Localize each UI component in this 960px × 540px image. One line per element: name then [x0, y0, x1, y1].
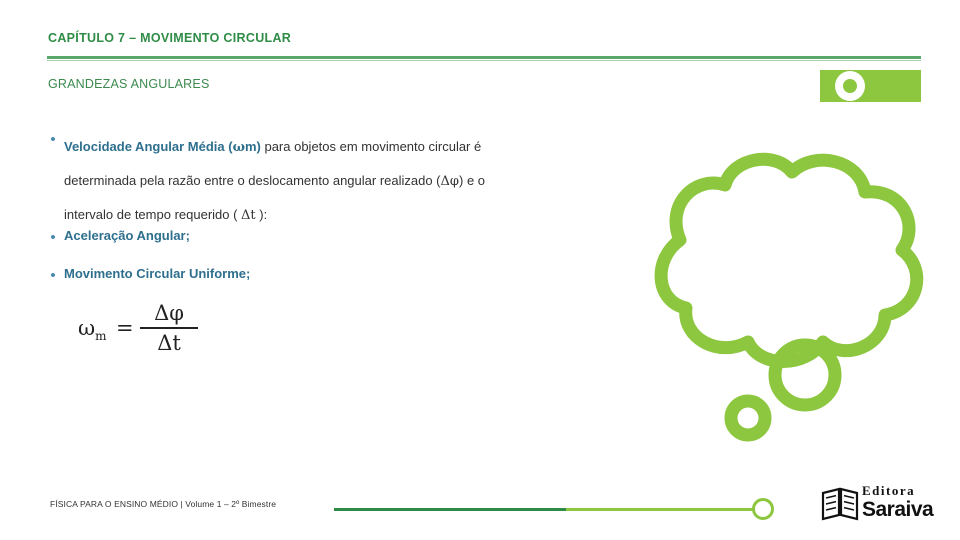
- formula-lhs: ωm: [78, 316, 107, 343]
- bullet-marker: •: [50, 267, 56, 284]
- bullet-item-1: • Velocidade Angular Média (ωm) para obj…: [48, 130, 628, 232]
- formula-fraction-bar: [140, 327, 198, 329]
- bullet-text-2[interactable]: Aceleração Angular;: [64, 228, 190, 243]
- bullet-1-line3-b: ):: [255, 207, 268, 222]
- bullet-1-rest: para objetos em movimento circular é: [260, 139, 482, 154]
- thought-cloud-icon: [620, 130, 940, 450]
- logo-editora-text: Editora: [862, 483, 916, 498]
- footer-divider-light: [566, 508, 766, 511]
- delta-t-symbol: Δt: [241, 208, 256, 223]
- publisher-logo: Editora Saraiva: [820, 483, 940, 527]
- bullet-1-line2-a: determinada pela razão entre o deslocame…: [64, 173, 441, 188]
- bullet-marker: •: [50, 229, 56, 246]
- formula-equals: =: [116, 316, 134, 340]
- footer-circle-icon: [752, 498, 774, 520]
- subtitle-circle-inner: [843, 79, 857, 93]
- footer-text: FÍSICA PARA O ENSINO MÉDIO | Volume 1 – …: [50, 499, 277, 509]
- footer-divider-dark: [334, 508, 566, 511]
- bullet-1-line3-a: intervalo de tempo requerido (: [64, 207, 242, 222]
- open-book-icon: [821, 487, 859, 521]
- formula-fraction: Δφ Δt: [140, 300, 198, 356]
- omega-symbol: ω: [232, 140, 245, 155]
- bullet-item-3: • Movimento Circular Uniforme;: [48, 266, 468, 286]
- formula-numerator: Δφ: [154, 301, 184, 325]
- formula-omega: ω: [78, 316, 96, 340]
- omega-subscript: m: [244, 139, 257, 154]
- bullet-text-1: Velocidade Angular Média (ωm) para objet…: [64, 130, 485, 232]
- bullet-item-2: • Aceleração Angular;: [48, 228, 448, 248]
- formula-denominator: Δt: [157, 330, 181, 355]
- slide-canvas: CAPÍTULO 7 – MOVIMENTO CIRCULAR GRANDEZA…: [0, 0, 960, 540]
- header-divider-light: [47, 60, 921, 61]
- bullet-text-3[interactable]: Movimento Circular Uniforme;: [64, 266, 250, 281]
- bullet-1-highlight: Velocidade Angular Média (: [64, 139, 233, 154]
- angular-velocity-formula: ωm = Δφ Δt: [78, 300, 278, 362]
- bullet-marker: •: [50, 131, 56, 148]
- bullet-1-line2-b: ) e o: [459, 173, 486, 188]
- header-divider: [47, 56, 921, 59]
- logo-saraiva-text: Saraiva: [862, 498, 934, 521]
- delta-phi-symbol: Δφ: [440, 174, 460, 189]
- formula-omega-sub: m: [95, 329, 107, 344]
- chapter-title: CAPÍTULO 7 – MOVIMENTO CIRCULAR: [48, 31, 292, 45]
- subtitle-text: GRANDEZAS ANGULARES: [48, 77, 210, 91]
